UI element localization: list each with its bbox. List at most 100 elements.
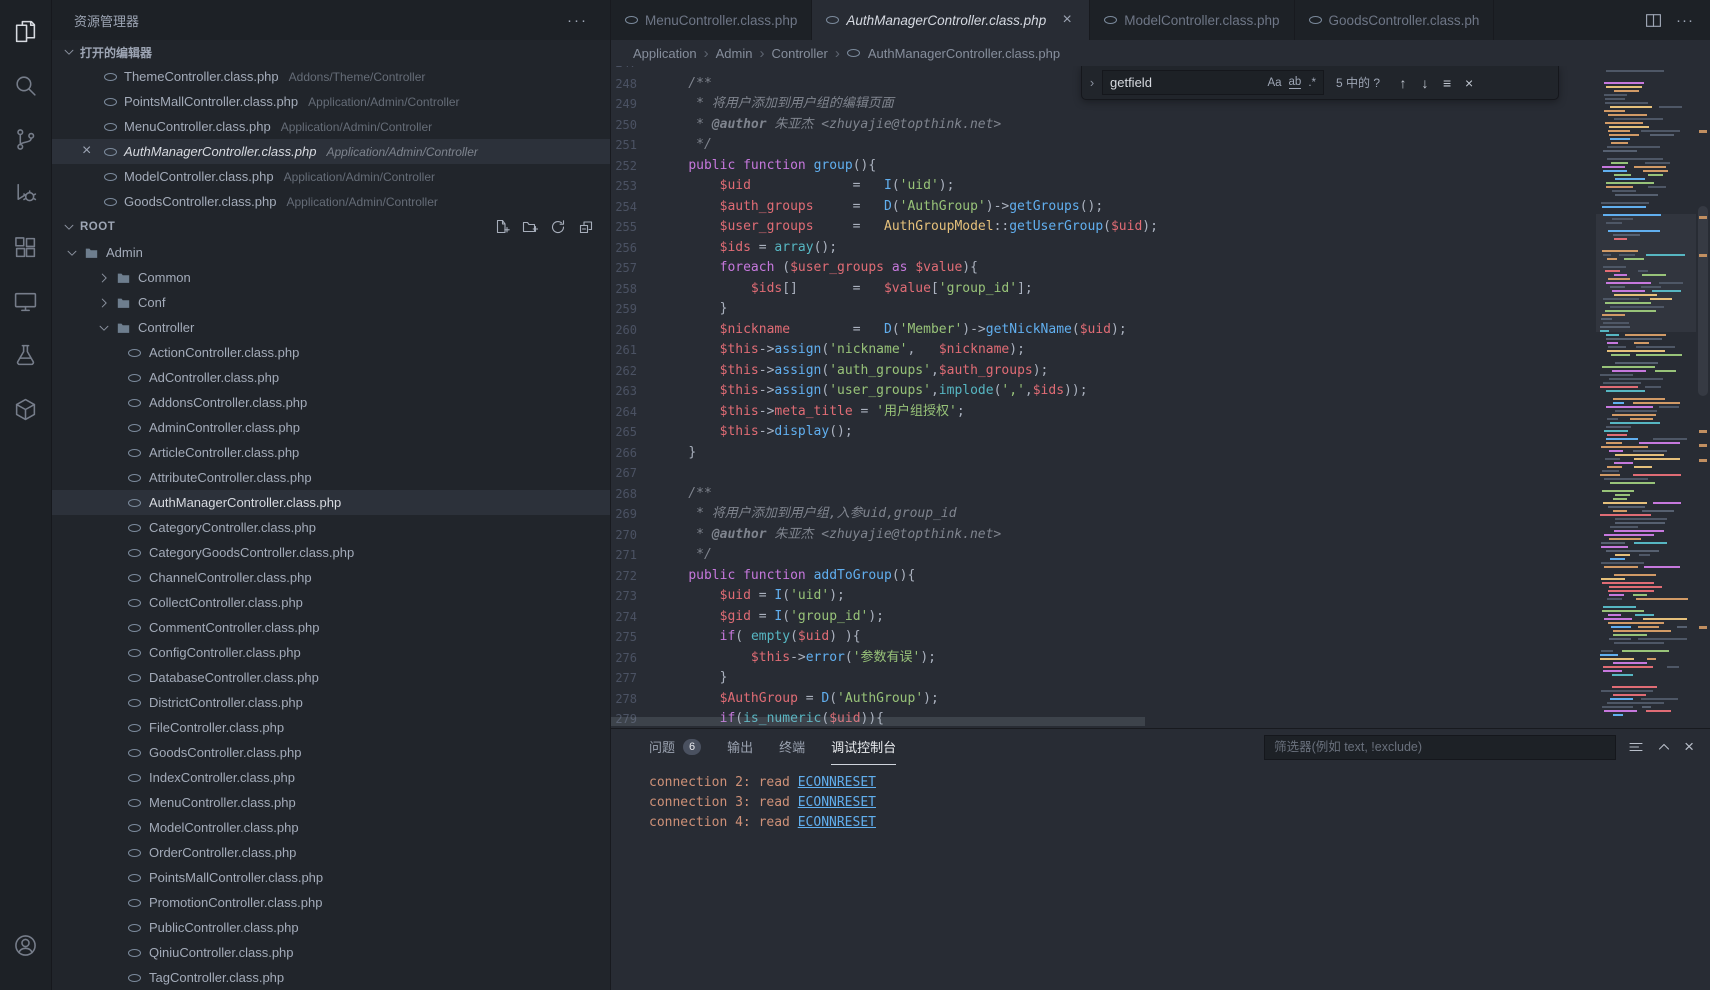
- close-find-icon[interactable]: ×: [1458, 75, 1480, 91]
- tree-item[interactable]: OrderController.class.php: [52, 840, 610, 865]
- code-line[interactable]: 267: [611, 463, 1596, 484]
- sidebar-more-actions-icon[interactable]: ···: [567, 12, 588, 29]
- next-match-icon[interactable]: ↓: [1414, 75, 1436, 91]
- tree-item[interactable]: PromotionController.class.php: [52, 890, 610, 915]
- run-debug-icon[interactable]: [4, 170, 48, 216]
- code-line[interactable]: 252 public function group(){: [611, 156, 1596, 177]
- console-filter-input[interactable]: [1264, 735, 1616, 760]
- editor-tab[interactable]: ModelController.class.php: [1090, 0, 1294, 40]
- panel-tab[interactable]: 终端: [779, 729, 805, 765]
- close-icon[interactable]: ×: [1059, 11, 1075, 29]
- code-line[interactable]: 274 $gid = I('group_id');: [611, 607, 1596, 628]
- close-icon[interactable]: ×: [82, 139, 91, 164]
- refresh-icon[interactable]: [550, 219, 566, 235]
- tree-item[interactable]: CommentController.class.php: [52, 615, 610, 640]
- explorer-icon[interactable]: [4, 8, 48, 54]
- console-options-icon[interactable]: [1628, 739, 1644, 755]
- code-line[interactable]: 255 $user_groups = AuthGroupModel::getUs…: [611, 217, 1596, 238]
- code-line[interactable]: 251 */: [611, 135, 1596, 156]
- find-input[interactable]: [1110, 75, 1260, 90]
- extensions-icon[interactable]: [4, 224, 48, 270]
- open-editors-header[interactable]: 打开的编辑器: [52, 40, 610, 64]
- code-line[interactable]: 262 $this->assign('auth_groups',$auth_gr…: [611, 361, 1596, 382]
- new-folder-icon[interactable]: [522, 219, 538, 235]
- tree-item[interactable]: AddonsController.class.php: [52, 390, 610, 415]
- minimap[interactable]: [1596, 66, 1696, 728]
- open-editor-item[interactable]: GoodsController.class.phpApplication/Adm…: [52, 189, 610, 214]
- find-in-selection-icon[interactable]: ≡: [1436, 75, 1458, 91]
- code-line[interactable]: 263 $this->assign('user_groups',implode(…: [611, 381, 1596, 402]
- tree-item[interactable]: IndexController.class.php: [52, 765, 610, 790]
- code-line[interactable]: 253 $uid = I('uid');: [611, 176, 1596, 197]
- tree-item[interactable]: ActionController.class.php: [52, 340, 610, 365]
- panel-tab[interactable]: 调试控制台: [831, 729, 896, 765]
- vertical-scrollbar[interactable]: [1698, 206, 1708, 396]
- tree-item[interactable]: GoodsController.class.php: [52, 740, 610, 765]
- account-icon[interactable]: [4, 922, 48, 968]
- code-line[interactable]: 260 $nickname = D('Member')->getNickName…: [611, 320, 1596, 341]
- tree-item[interactable]: TagController.class.php: [52, 965, 610, 990]
- code-line[interactable]: 268 /**: [611, 484, 1596, 505]
- remote-explorer-icon[interactable]: [4, 278, 48, 324]
- collapse-all-icon[interactable]: [578, 219, 594, 235]
- tree-item[interactable]: ChannelController.class.php: [52, 565, 610, 590]
- tree-item[interactable]: CollectController.class.php: [52, 590, 610, 615]
- tree-item[interactable]: AttributeController.class.php: [52, 465, 610, 490]
- tree-item[interactable]: ConfigController.class.php: [52, 640, 610, 665]
- tree-item[interactable]: Controller: [52, 315, 610, 340]
- tree-item[interactable]: Common: [52, 265, 610, 290]
- tree-item[interactable]: ArticleController.class.php: [52, 440, 610, 465]
- horizontal-scrollbar[interactable]: [611, 717, 1145, 726]
- testing-icon[interactable]: [4, 332, 48, 378]
- overview-ruler[interactable]: [1696, 66, 1710, 728]
- code-line[interactable]: 270 * @author 朱亚杰 <zhuyajie@topthink.net…: [611, 525, 1596, 546]
- code-line[interactable]: 269 * 将用户添加到用户组,入参uid,group_id: [611, 504, 1596, 525]
- match-case-icon[interactable]: Aa: [1267, 77, 1281, 89]
- code-line[interactable]: 277 }: [611, 668, 1596, 689]
- new-file-icon[interactable]: [494, 219, 510, 235]
- tree-item[interactable]: PublicController.class.php: [52, 915, 610, 940]
- code-line[interactable]: 271 */: [611, 545, 1596, 566]
- code-line[interactable]: 256 $ids = array();: [611, 238, 1596, 259]
- tree-item[interactable]: QiniuController.class.php: [52, 940, 610, 965]
- tree-item[interactable]: PointsMallController.class.php: [52, 865, 610, 890]
- code-editor[interactable]: 247248 /**249 * 将用户添加到用户组的编辑页面250 * @aut…: [611, 66, 1596, 728]
- console-link[interactable]: ECONNRESET: [798, 775, 876, 790]
- breadcrumb-item[interactable]: Controller: [771, 46, 827, 61]
- search-icon[interactable]: [4, 62, 48, 108]
- tree-item[interactable]: MenuController.class.php: [52, 790, 610, 815]
- breadcrumb-item[interactable]: Application: [633, 46, 697, 61]
- code-line[interactable]: 273 $uid = I('uid');: [611, 586, 1596, 607]
- open-editor-item[interactable]: ×AuthManagerController.class.phpApplicat…: [52, 139, 610, 164]
- code-line[interactable]: 266 }: [611, 443, 1596, 464]
- split-editor-icon[interactable]: [1645, 12, 1662, 29]
- code-line[interactable]: 272 public function addToGroup(){: [611, 566, 1596, 587]
- close-panel-icon[interactable]: ×: [1684, 737, 1694, 757]
- source-control-icon[interactable]: [4, 116, 48, 162]
- toggle-replace-icon[interactable]: ›: [1082, 66, 1102, 99]
- root-section-header[interactable]: ROOT: [52, 214, 610, 240]
- code-line[interactable]: 278 $AuthGroup = D('AuthGroup');: [611, 689, 1596, 710]
- tree-item[interactable]: AdController.class.php: [52, 365, 610, 390]
- open-editor-item[interactable]: ThemeController.class.phpAddons/Theme/Co…: [52, 64, 610, 89]
- previous-match-icon[interactable]: ↑: [1392, 75, 1414, 91]
- code-line[interactable]: 257 foreach ($user_groups as $value){: [611, 258, 1596, 279]
- package-icon[interactable]: [4, 386, 48, 432]
- code-line[interactable]: 264 $this->meta_title = '用户组授权';: [611, 402, 1596, 423]
- code-line[interactable]: 250 * @author 朱亚杰 <zhuyajie@topthink.net…: [611, 115, 1596, 136]
- tree-item[interactable]: CategoryGoodsController.class.php: [52, 540, 610, 565]
- open-editor-item[interactable]: PointsMallController.class.phpApplicatio…: [52, 89, 610, 114]
- code-line[interactable]: 265 $this->display();: [611, 422, 1596, 443]
- tree-item[interactable]: Admin: [52, 240, 610, 265]
- tree-item[interactable]: CategoryController.class.php: [52, 515, 610, 540]
- code-line[interactable]: 258 $ids[] = $value['group_id'];: [611, 279, 1596, 300]
- code-line[interactable]: 261 $this->assign('nickname', $nickname)…: [611, 340, 1596, 361]
- panel-tab[interactable]: 输出: [727, 729, 753, 765]
- open-editor-item[interactable]: MenuController.class.phpApplication/Admi…: [52, 114, 610, 139]
- tree-item[interactable]: Conf: [52, 290, 610, 315]
- editor-tab[interactable]: AuthManagerController.class.php×: [812, 0, 1090, 40]
- tree-item[interactable]: AuthManagerController.class.php: [52, 490, 610, 515]
- more-actions-icon[interactable]: ···: [1676, 12, 1694, 29]
- code-line[interactable]: 276 $this->error('参数有误');: [611, 648, 1596, 669]
- whole-word-icon[interactable]: ab: [1289, 76, 1302, 89]
